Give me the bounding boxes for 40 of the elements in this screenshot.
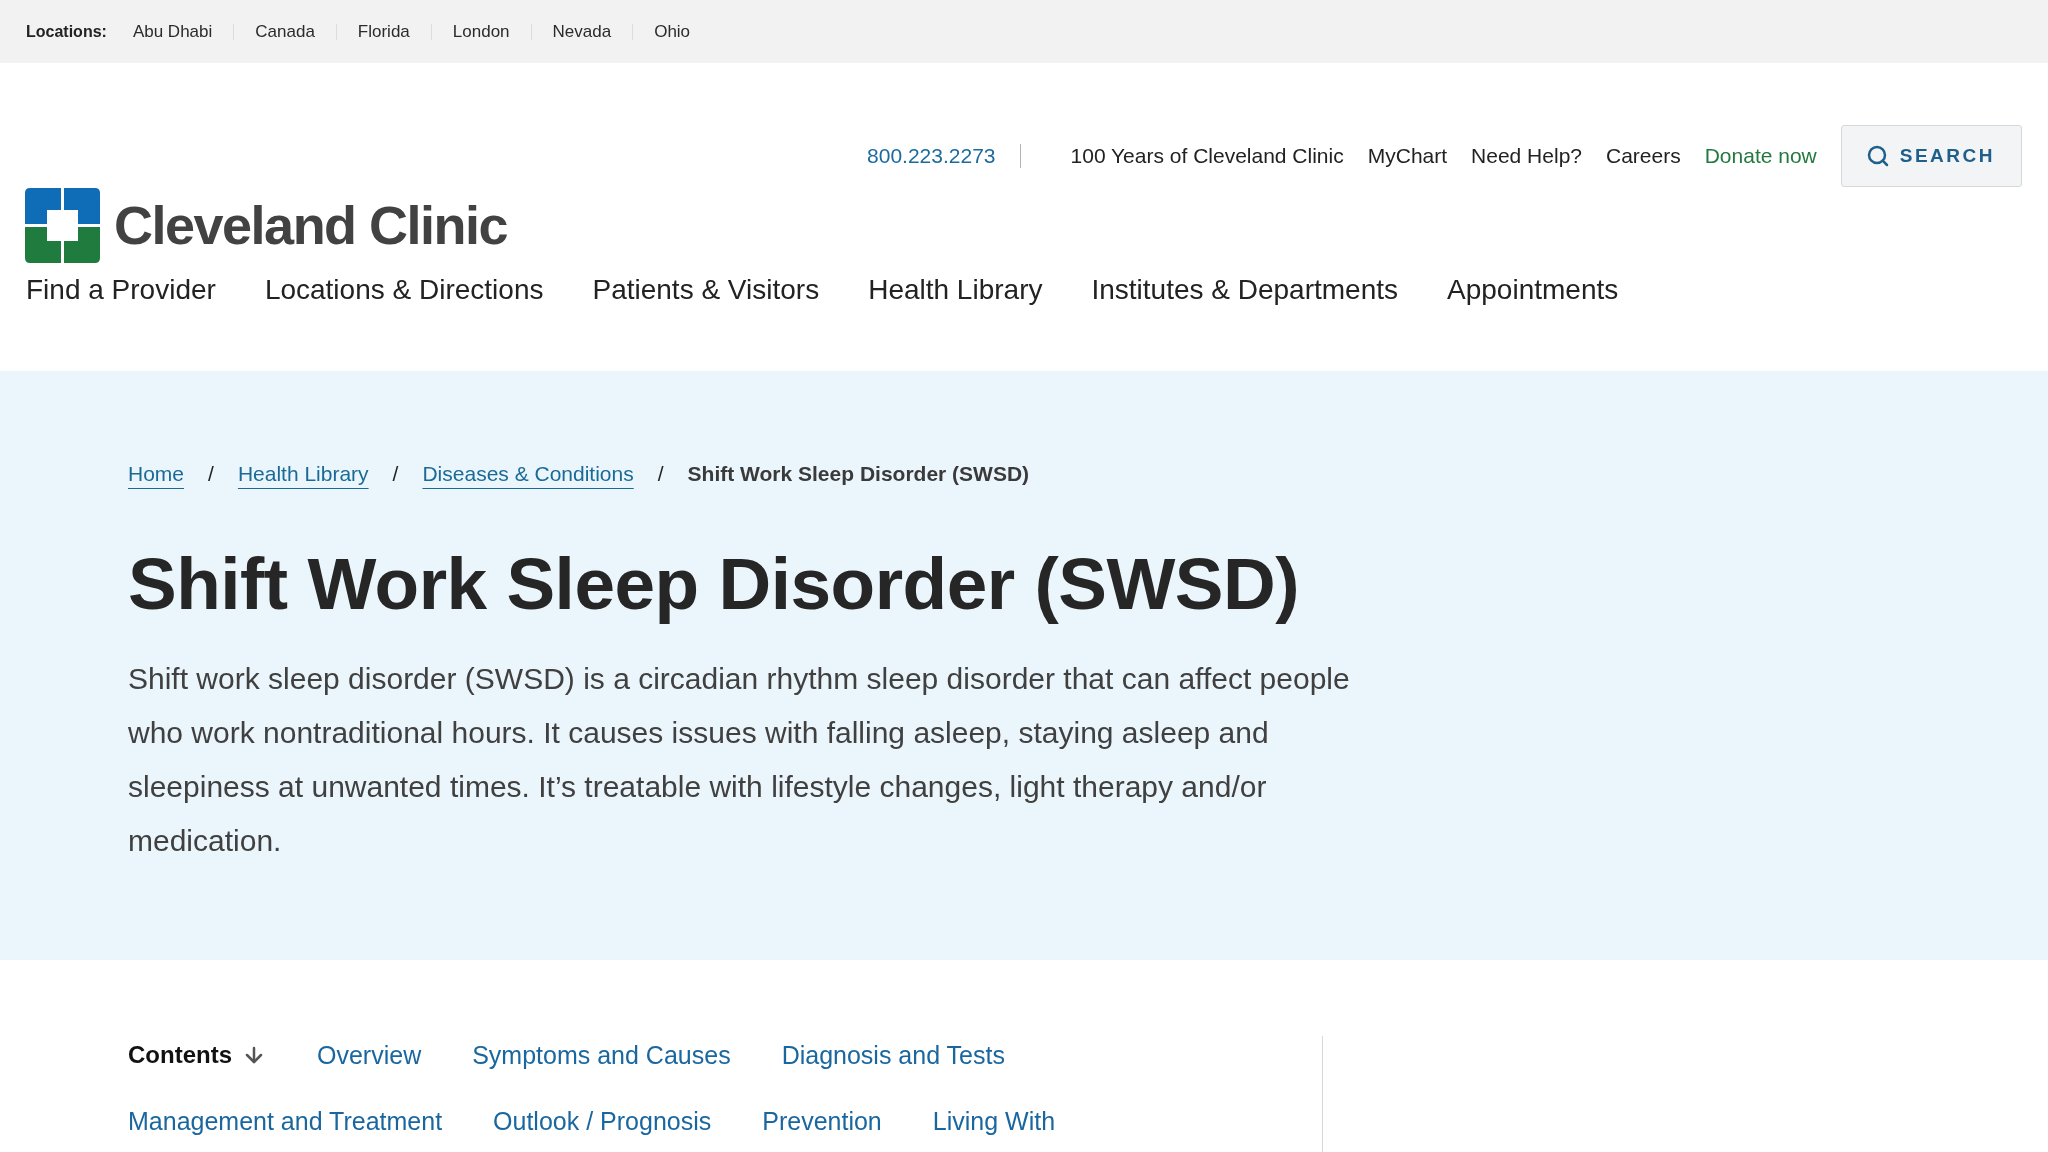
- contents-link[interactable]: Outlook / Prognosis: [493, 1104, 712, 1138]
- logo-link[interactable]: Cleveland Clinic: [25, 188, 508, 263]
- location-link[interactable]: London: [452, 21, 510, 42]
- nav-link[interactable]: Find a Provider: [26, 272, 216, 308]
- utility-link[interactable]: Careers: [1606, 144, 1681, 168]
- nav-link[interactable]: Patients & Visitors: [592, 272, 820, 308]
- contents-link[interactable]: Symptoms and Causes: [472, 1038, 731, 1072]
- search-icon: [1865, 144, 1890, 168]
- location-link[interactable]: Abu Dhabi: [132, 21, 213, 42]
- nav-link[interactable]: Locations & Directions: [264, 272, 544, 308]
- breadcrumb-link[interactable]: Home: [128, 459, 185, 489]
- nav-link[interactable]: Institutes & Departments: [1091, 272, 1399, 308]
- location-link[interactable]: Canada: [255, 21, 315, 42]
- logo-icon: [25, 188, 100, 263]
- breadcrumb-link[interactable]: Health Library: [237, 459, 369, 489]
- search-button[interactable]: SEARCH: [1840, 125, 2022, 187]
- contents-link[interactable]: Diagnosis and Tests: [781, 1038, 1005, 1072]
- locations-label: Locations:: [26, 22, 107, 41]
- contents-link[interactable]: Living With: [932, 1104, 1056, 1138]
- utility-link[interactable]: MyChart: [1367, 144, 1448, 168]
- nav-link[interactable]: Appointments: [1447, 272, 1619, 308]
- breadcrumb-link[interactable]: Diseases & Conditions: [422, 459, 634, 489]
- breadcrumb-separator: /: [657, 461, 664, 487]
- location-link[interactable]: Florida: [357, 21, 410, 42]
- utility-link[interactable]: 100 Years of Cleveland Clinic: [1070, 144, 1344, 168]
- breadcrumb-separator: /: [392, 461, 399, 487]
- contents-link[interactable]: Prevention: [762, 1104, 882, 1138]
- contents-link[interactable]: Overview: [317, 1038, 422, 1072]
- utility-link[interactable]: Need Help?: [1471, 144, 1582, 168]
- location-link[interactable]: Nevada: [552, 21, 612, 42]
- contents-label: Contents: [128, 1040, 232, 1070]
- phone-link[interactable]: 800.223.2273: [867, 144, 996, 168]
- contents-link[interactable]: Management and Treatment: [128, 1104, 443, 1138]
- breadcrumb-current: Shift Work Sleep Disorder (SWSD): [687, 461, 1030, 487]
- breadcrumb-separator: /: [208, 461, 214, 487]
- page-title: Shift Work Sleep Disorder (SWSD): [128, 542, 1301, 626]
- nav-link[interactable]: Health Library: [868, 272, 1043, 308]
- donate-link[interactable]: Donate now: [1704, 144, 1817, 168]
- location-link[interactable]: Ohio: [654, 21, 691, 42]
- page-summary: Shift work sleep disorder (SWSD) is a circadian rhythm sleep disorder that can affect people who work nontraditional hours. It causes issues with falling asleep, staying asleep and sleepiness at unwanted times. It’s treatable with lifestyle changes, light therapy and/or medication.: [128, 661, 1351, 859]
